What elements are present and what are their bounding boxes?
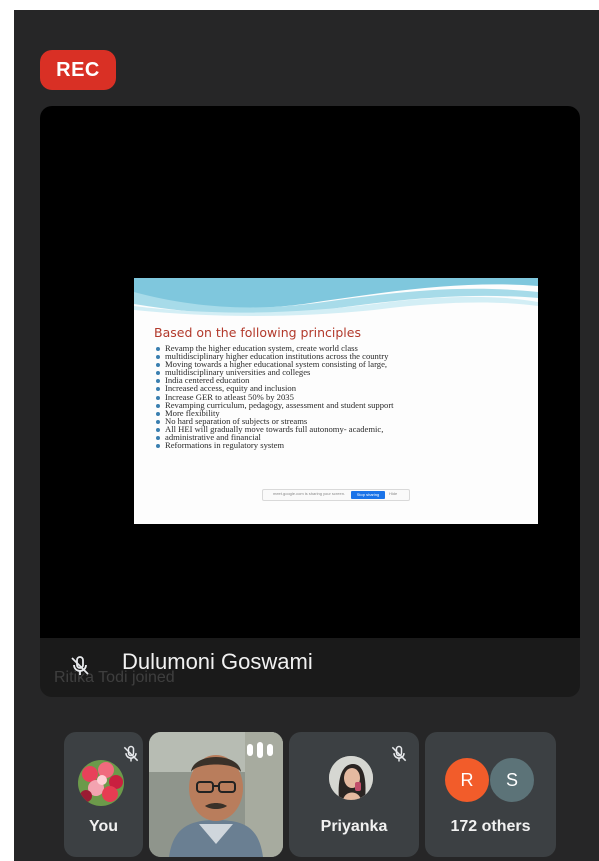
- participant-label: 172 others: [450, 818, 531, 835]
- participant-tile-others[interactable]: S R 172 others: [425, 732, 556, 857]
- avatar: [78, 760, 124, 806]
- share-status-text: meet.google.com is sharing your screen.: [273, 491, 346, 496]
- stop-sharing-button[interactable]: Stop sharing: [351, 491, 385, 499]
- mic-off-icon: [391, 745, 407, 762]
- slide-wave-decoration: [134, 278, 538, 316]
- participant-tile-priyanka[interactable]: Priyanka: [289, 732, 419, 857]
- slide-bullet-list: Revamp the higher education system, crea…: [156, 344, 394, 449]
- slide-bullet: Reformations in regulatory system: [156, 441, 394, 449]
- presenter-tile[interactable]: Based on the following principles Revamp…: [40, 106, 580, 697]
- profile-photo: [329, 756, 373, 800]
- screen-share-bar: meet.google.com is sharing your screen. …: [262, 489, 410, 501]
- avatar: [329, 756, 373, 800]
- recording-badge: REC: [40, 50, 116, 90]
- avatar: S: [488, 756, 536, 804]
- shared-slide: Based on the following principles Revamp…: [134, 278, 538, 524]
- mic-off-icon: [123, 745, 139, 762]
- mic-off-icon: [71, 656, 89, 675]
- flowers-image: [78, 760, 124, 806]
- speaking-icon: [247, 742, 273, 758]
- hide-button[interactable]: Hide: [389, 491, 397, 496]
- presenter-name: Dulumoni Goswami: [122, 649, 313, 674]
- avatar: R: [445, 758, 489, 802]
- slide-title: Based on the following principles: [154, 325, 361, 340]
- meeting-screen: REC Based on the following principles Re…: [14, 10, 599, 861]
- participant-tile-you[interactable]: You: [64, 732, 143, 857]
- participant-label: You: [88, 818, 119, 835]
- participant-label: Priyanka: [320, 818, 388, 835]
- participant-tile-video[interactable]: [149, 732, 283, 857]
